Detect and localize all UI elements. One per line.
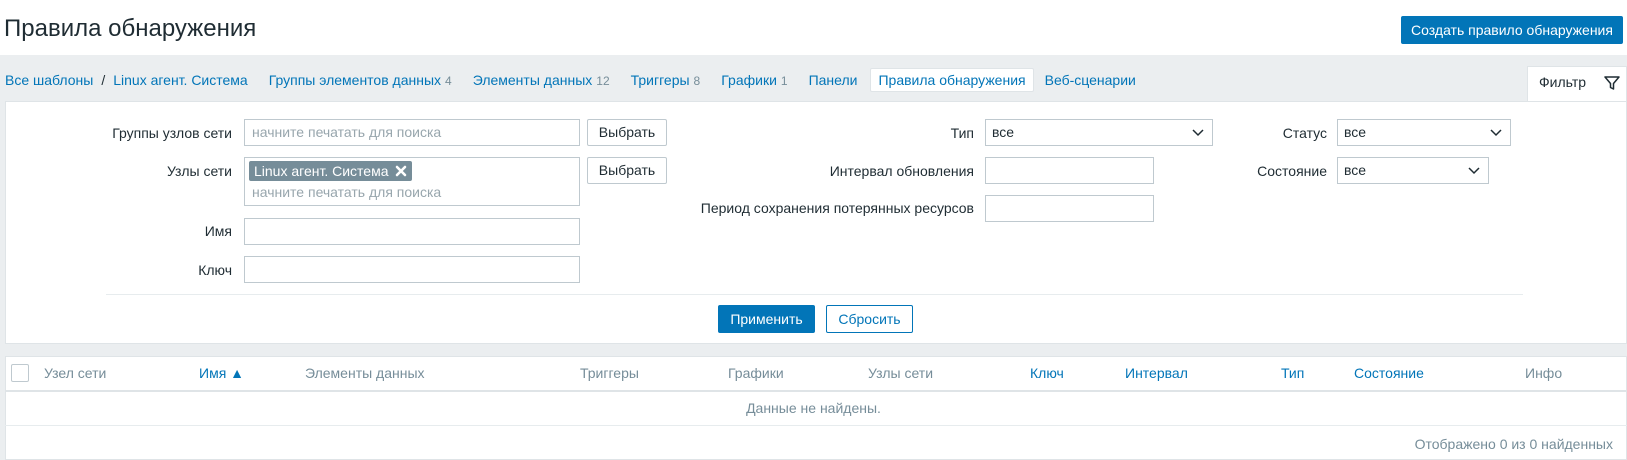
state-select-value: все bbox=[1344, 162, 1367, 178]
type-label: Тип bbox=[950, 125, 974, 141]
tab-web-scenarios[interactable]: Веб-сценарии bbox=[1045, 72, 1136, 88]
lost-resources-period-input[interactable] bbox=[985, 195, 1154, 222]
column-items: Элементы данных bbox=[305, 365, 425, 381]
chevron-down-icon bbox=[1490, 129, 1502, 137]
navigation-tabs: Все шаблоны / Linux агент. Система Групп… bbox=[5, 66, 1136, 94]
key-label: Ключ bbox=[198, 262, 232, 278]
state-select[interactable]: все bbox=[1337, 157, 1489, 184]
chevron-down-icon bbox=[1468, 167, 1480, 175]
column-key[interactable]: Ключ bbox=[1030, 365, 1064, 381]
tab-graphs[interactable]: Графики 1 bbox=[721, 72, 787, 88]
apply-button[interactable]: Применить bbox=[718, 305, 815, 333]
column-name[interactable]: Имя ▲ bbox=[199, 365, 244, 381]
no-data-message: Данные не найдены. bbox=[746, 400, 881, 416]
state-label: Состояние bbox=[1257, 163, 1327, 179]
breadcrumb-separator: / bbox=[101, 72, 106, 88]
select-all-checkbox[interactable] bbox=[11, 364, 29, 382]
create-discovery-rule-button[interactable]: Создать правило обнаружения bbox=[1401, 16, 1623, 44]
status-select[interactable]: все bbox=[1337, 119, 1511, 146]
host-chip-label: Linux агент. Система bbox=[254, 163, 389, 179]
lost-resources-period-label: Период сохранения потерянных ресурсов bbox=[700, 200, 974, 216]
filter-tab-label: Фильтр bbox=[1539, 74, 1587, 90]
host-chip: Linux агент. Система bbox=[249, 161, 413, 181]
name-label: Имя bbox=[204, 223, 232, 239]
name-input[interactable] bbox=[244, 218, 580, 245]
column-info: Инфо bbox=[1525, 365, 1563, 381]
filter-icon bbox=[1604, 76, 1620, 90]
type-select[interactable]: все bbox=[985, 119, 1213, 146]
chevron-down-icon bbox=[1192, 129, 1204, 137]
breadcrumb-template[interactable]: Linux агент. Система bbox=[113, 72, 247, 88]
column-triggers: Триггеры bbox=[580, 365, 639, 381]
status-label: Статус bbox=[1282, 125, 1327, 141]
tab-item-groups[interactable]: Группы элементов данных 4 bbox=[269, 72, 452, 88]
column-host: Узел сети bbox=[44, 365, 107, 381]
tab-triggers[interactable]: Триггеры 8 bbox=[631, 72, 701, 88]
results-count: Отображено 0 из 0 найденных bbox=[1414, 436, 1613, 452]
type-select-value: все bbox=[992, 124, 1015, 140]
hosts-multiselect[interactable]: Linux агент. Система начните печатать дл… bbox=[244, 157, 580, 206]
host-groups-input[interactable]: начните печатать для поиска bbox=[244, 119, 580, 146]
hosts-label: Узлы сети bbox=[166, 163, 232, 179]
table-header-divider bbox=[5, 390, 1627, 392]
host-groups-select-button[interactable]: Выбрать bbox=[587, 119, 667, 146]
column-hosts: Узлы сети bbox=[868, 365, 934, 381]
hosts-placeholder: начните печатать для поиска bbox=[252, 184, 442, 200]
breadcrumb-all-templates[interactable]: Все шаблоны bbox=[5, 72, 93, 88]
column-type[interactable]: Тип bbox=[1281, 365, 1304, 381]
update-interval-input[interactable] bbox=[985, 157, 1154, 184]
host-groups-label: Группы узлов сети bbox=[112, 125, 232, 141]
column-state[interactable]: Состояние bbox=[1354, 365, 1424, 381]
column-graphs: Графики bbox=[728, 365, 784, 381]
tab-dashboards[interactable]: Панели bbox=[809, 72, 858, 88]
status-select-value: все bbox=[1344, 124, 1367, 140]
page-title: Правила обнаружения bbox=[4, 15, 257, 42]
remove-chip-icon[interactable] bbox=[395, 165, 407, 177]
key-input[interactable] bbox=[244, 256, 580, 283]
reset-button[interactable]: Сбросить bbox=[826, 305, 913, 333]
tab-discovery-rules[interactable]: Правила обнаружения bbox=[870, 68, 1034, 92]
update-interval-label: Интервал обновления bbox=[829, 163, 974, 179]
column-interval[interactable]: Интервал bbox=[1125, 365, 1188, 381]
hosts-select-button[interactable]: Выбрать bbox=[587, 157, 667, 184]
tab-items[interactable]: Элементы данных 12 bbox=[473, 72, 610, 88]
filter-tab[interactable]: Фильтр bbox=[1527, 66, 1627, 102]
table-row-divider bbox=[5, 425, 1627, 426]
filter-divider bbox=[106, 294, 1523, 295]
